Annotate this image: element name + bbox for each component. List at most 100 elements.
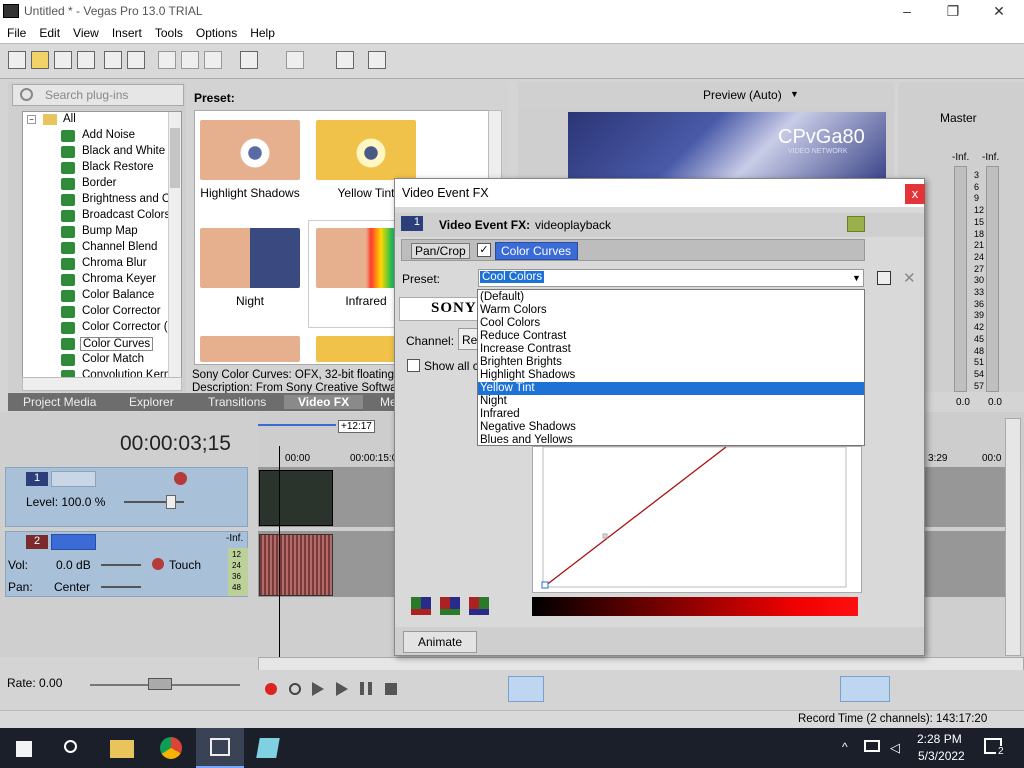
fx-gear-icon[interactable] xyxy=(174,472,187,485)
tree-hscrollbar[interactable] xyxy=(22,377,182,391)
channel-swatch-icon[interactable] xyxy=(440,597,460,615)
chain-pancrop[interactable]: Pan/Crop xyxy=(411,243,470,259)
tree-item[interactable]: Color Match xyxy=(23,352,173,368)
preset-option[interactable]: Infrared xyxy=(478,408,864,421)
preset-option[interactable]: Blues and Yellows xyxy=(478,434,864,447)
preset-option[interactable]: Yellow Tint xyxy=(478,382,864,395)
tree-item[interactable]: Chroma Blur xyxy=(23,256,173,272)
menu-insert[interactable]: Insert xyxy=(105,23,148,40)
rate-slider-thumb[interactable] xyxy=(148,678,172,690)
tree-item[interactable]: Color Corrector (S xyxy=(23,320,175,336)
dialog-close-button[interactable]: x xyxy=(905,184,925,204)
copy-icon[interactable] xyxy=(181,51,199,69)
tab-video-fx[interactable]: Video FX xyxy=(284,395,364,409)
tree-item[interactable]: Color Curves xyxy=(23,336,173,352)
tab-project-media[interactable]: Project Media xyxy=(23,395,96,409)
whats-this-icon[interactable] xyxy=(368,51,386,69)
pause-icon[interactable] xyxy=(360,682,372,695)
tree-item[interactable]: Brightness and Co xyxy=(23,192,177,208)
timeline-hscrollbar[interactable] xyxy=(258,657,1024,671)
show-all-checkbox[interactable] xyxy=(407,359,420,372)
video-event-clip[interactable] xyxy=(259,470,333,526)
tree-item[interactable]: Black and White xyxy=(23,144,173,160)
search-taskbar-icon[interactable] xyxy=(64,740,77,753)
chain-color-curves[interactable]: Color Curves xyxy=(495,242,579,260)
playhead[interactable] xyxy=(279,446,280,686)
tab-transitions[interactable]: Transitions xyxy=(208,395,266,409)
search-input[interactable]: Search plug-ins xyxy=(12,84,184,106)
save-as-icon[interactable] xyxy=(77,51,95,69)
preset-option[interactable]: Highlight Shadows xyxy=(478,369,864,382)
audio-event-clip[interactable] xyxy=(259,534,333,596)
minimize-button[interactable]: – xyxy=(884,0,930,23)
network-icon[interactable] xyxy=(864,740,880,752)
level-slider-thumb[interactable] xyxy=(166,495,176,509)
preset-thumb-night[interactable] xyxy=(200,228,300,288)
file-explorer-icon[interactable] xyxy=(110,740,134,758)
vol-slider[interactable] xyxy=(101,564,141,566)
preview-quality-select[interactable]: Preview (Auto) xyxy=(703,88,782,102)
maximize-button[interactable]: ❐ xyxy=(930,0,976,23)
preset-option[interactable]: Cool Colors xyxy=(478,317,864,330)
preset-option[interactable]: Increase Contrast xyxy=(478,343,864,356)
plugin-chain-icon[interactable] xyxy=(847,216,865,232)
paint-brush-icon[interactable] xyxy=(336,51,354,69)
undo-icon[interactable] xyxy=(240,51,258,69)
plugin-tree[interactable]: − All Add Noise Black and White Black Rest… xyxy=(22,111,182,378)
loop-icon[interactable] xyxy=(289,683,301,695)
preset-dropdown-list[interactable]: (Default) Warm Colors Cool Colors Reduce Co… xyxy=(477,289,865,446)
tree-item[interactable]: Channel Blend xyxy=(23,240,173,256)
track-name-field[interactable] xyxy=(51,471,96,487)
start-icon[interactable] xyxy=(16,741,32,757)
tree-item[interactable]: Black Restore xyxy=(23,160,173,176)
tray-chevron-icon[interactable]: ^ xyxy=(842,740,848,754)
ripple-edit-icon[interactable] xyxy=(840,676,890,702)
play-from-start-icon[interactable] xyxy=(312,682,324,696)
open-folder-icon[interactable] xyxy=(31,51,49,69)
chain-checkbox[interactable]: ✓ xyxy=(477,243,491,257)
clock-time[interactable]: 2:28 PM xyxy=(917,732,962,746)
menu-view[interactable]: View xyxy=(66,23,105,40)
cut-icon[interactable] xyxy=(158,51,176,69)
preview-dropdown-icon[interactable]: ▼ xyxy=(790,89,799,99)
menu-tools[interactable]: Tools xyxy=(148,23,189,40)
save-preset-icon[interactable] xyxy=(877,271,891,285)
preset-option[interactable]: Brighten Brights xyxy=(478,356,864,369)
pan-slider[interactable] xyxy=(101,586,141,588)
timeline-vscrollbar[interactable] xyxy=(1005,418,1021,656)
snapping-icon[interactable] xyxy=(508,676,544,702)
record-icon[interactable] xyxy=(265,683,277,695)
video-track-header[interactable]: 1 Level: 100.0 % xyxy=(5,467,248,527)
properties-icon[interactable] xyxy=(127,51,145,69)
touch-icon[interactable] xyxy=(152,558,164,570)
preset-option[interactable]: Negative Shadows xyxy=(478,421,864,434)
volume-icon[interactable]: ◁ xyxy=(890,740,900,756)
animate-button[interactable]: Animate xyxy=(403,631,477,653)
track-name-field[interactable] xyxy=(51,534,96,550)
render-icon[interactable] xyxy=(104,51,122,69)
menu-edit[interactable]: Edit xyxy=(32,23,66,40)
expand-icon[interactable]: − xyxy=(27,115,36,124)
new-icon[interactable] xyxy=(8,51,26,69)
menu-file[interactable]: File xyxy=(0,23,32,40)
tree-item[interactable]: Chroma Keyer xyxy=(23,272,173,288)
preset-thumb-highlight-shadows[interactable] xyxy=(200,120,300,180)
tree-item[interactable]: Add Noise xyxy=(23,128,173,144)
tree-item[interactable]: Broadcast Colors xyxy=(23,208,173,224)
preset-dropdown-icon[interactable]: ▼ xyxy=(852,273,861,283)
channel-swatch-icon[interactable] xyxy=(411,597,431,615)
preset-option[interactable]: Warm Colors xyxy=(478,304,864,317)
tree-item[interactable]: Border xyxy=(23,176,173,192)
redo-icon[interactable] xyxy=(286,51,304,69)
audio-track-header[interactable]: 2 Vol: 0.0 dB Pan: Center Touch -Inf. 12… xyxy=(5,531,248,597)
clock-date[interactable]: 5/3/2022 xyxy=(918,749,965,763)
tree-item[interactable]: Color Corrector xyxy=(23,304,173,320)
close-button[interactable]: ✕ xyxy=(976,0,1022,23)
tree-item[interactable]: Color Balance xyxy=(23,288,173,304)
automation-mode[interactable]: Touch xyxy=(169,558,201,572)
menu-options[interactable]: Options xyxy=(189,23,243,40)
loop-region[interactable] xyxy=(258,418,336,426)
tab-explorer[interactable]: Explorer xyxy=(129,395,174,409)
chrome-icon[interactable] xyxy=(160,737,182,759)
preset-option[interactable]: Reduce Contrast xyxy=(478,330,864,343)
